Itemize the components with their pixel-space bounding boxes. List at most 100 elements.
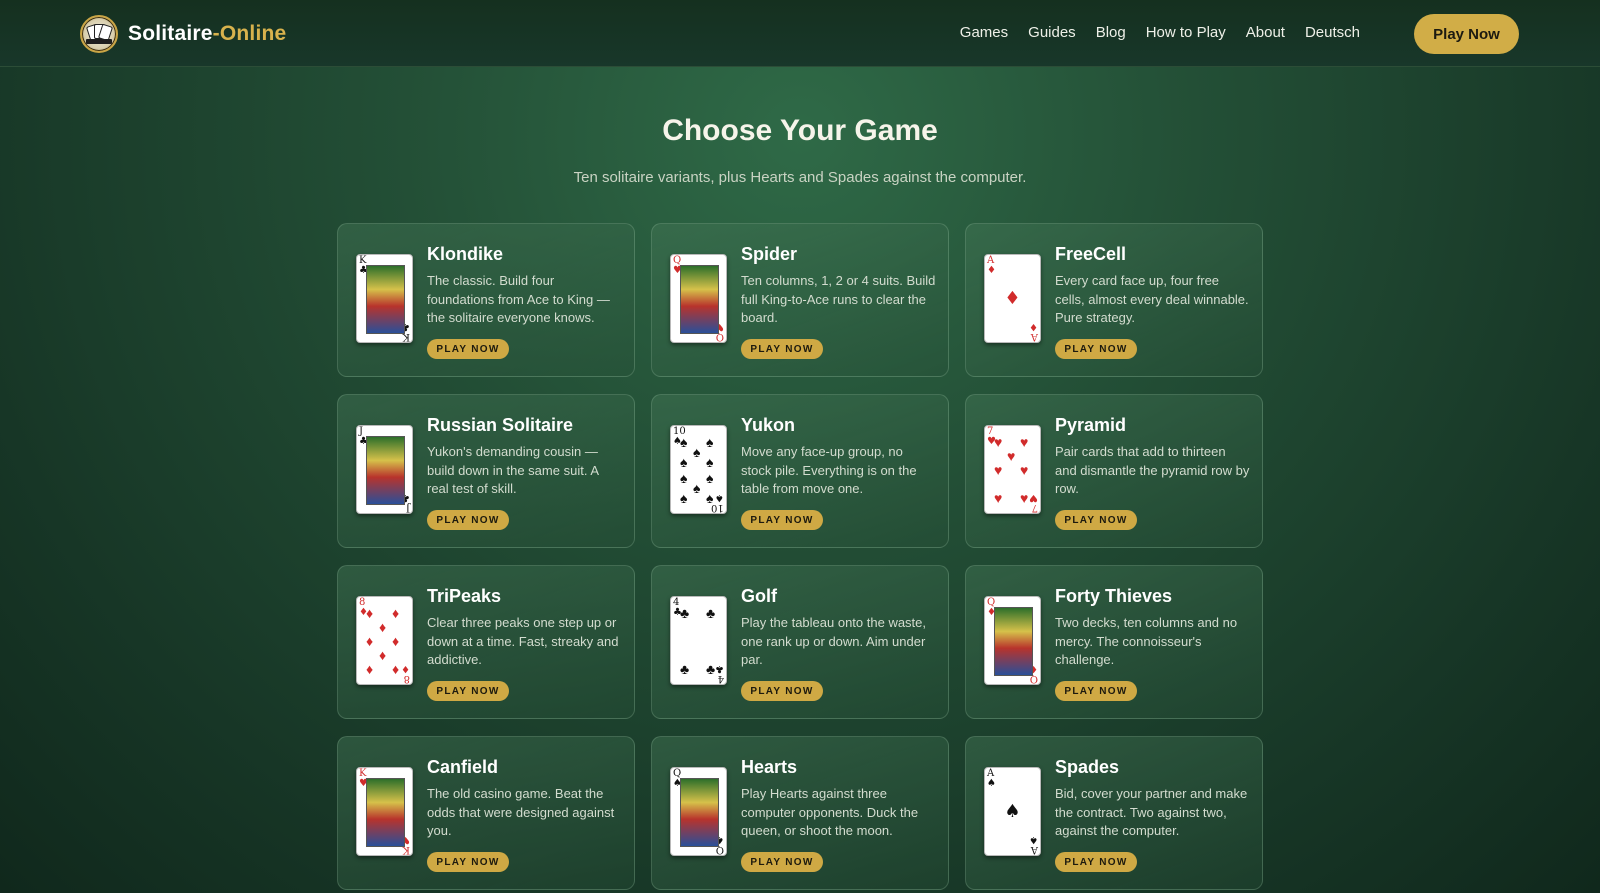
suit-pip-icon: ♦ [366,661,374,677]
court-figure-icon [366,778,405,847]
card-rank-bottom: 8 ♦ [401,663,410,684]
playing-card-icon: 10 ♠ 10 ♠ ♠ ♠ ♠ ♠ ♠ ♠ ♠ ♠ ♠ ♠ [670,425,727,514]
game-description: Clear three peaks one step up or down at… [427,615,619,667]
game-title[interactable]: Yukon [741,415,795,436]
suit-pip-icon: ♣ [706,605,716,621]
game-title[interactable]: Spider [741,244,797,265]
site-header: Solitaire-Online Games Guides Blog How t… [0,0,1600,67]
game-card-hearts[interactable]: Q ♠ Q ♠ Hearts Play Hearts against three comp… [651,736,949,890]
playing-card-icon: Q ♥ Q ♥ [670,254,727,343]
play-now-button[interactable]: PLAY NOW [1055,852,1137,872]
site-logo[interactable]: Solitaire-Online [80,14,286,54]
game-card-forty-thieves[interactable]: Q ♦ Q ♦ Forty Thieves Two decks, ten columns … [965,565,1263,719]
game-title[interactable]: Forty Thieves [1055,586,1172,607]
playing-card-icon: A ♦ A ♦ ♦ [984,254,1041,343]
suit-pip-icon: ♠ [706,434,714,450]
game-card-canfield[interactable]: K ♥ K ♥ Canfield The old casino game. Beat th… [337,736,635,890]
game-title[interactable]: Klondike [427,244,503,265]
play-now-button[interactable]: PLAY NOW [1055,339,1137,359]
card-rank-bottom: 7 ♥ [1029,492,1038,513]
game-description: Bid, cover your partner and make the con… [1055,786,1248,838]
suit-pip-icon: ♦ [392,661,400,677]
nav-games[interactable]: Games [960,24,1008,41]
logo-main: Solitaire [128,22,213,45]
playing-card-icon: J ♣ J ♣ [356,425,413,514]
nav-about[interactable]: About [1246,24,1285,41]
game-card-klondike[interactable]: K ♣ K ♣ Klondike The classic. Build four foun… [337,223,635,377]
game-title[interactable]: Canfield [427,757,498,778]
game-card-freecell[interactable]: A ♦ A ♦ ♦ FreeCell Every card face up, four fr… [965,223,1263,377]
suit-pip-icon: ♦ [379,647,387,663]
cards-logo-icon [80,15,118,53]
game-description: Pair cards that add to thirteen and dism… [1055,444,1250,496]
logo-accent: -Online [212,22,287,45]
play-now-button[interactable]: PLAY NOW [427,339,509,359]
play-now-button[interactable]: PLAY NOW [741,681,823,701]
suit-pip-icon: ♥ [1020,490,1029,506]
game-description: The classic. Build four foundations from… [427,273,610,325]
game-title[interactable]: Hearts [741,757,797,778]
game-title[interactable]: Russian Solitaire [427,415,573,436]
nav-how-to-play[interactable]: How to Play [1146,24,1226,41]
suit-pip-icon: ♠ [693,480,701,497]
suit-pip-icon: ♠ [706,453,714,470]
nav-deutsch[interactable]: Deutsch [1305,24,1360,41]
game-description: Yukon's demanding cousin — build down in… [427,444,599,496]
court-figure-icon [366,436,405,505]
playing-card-icon: K ♥ K ♥ [356,767,413,856]
suit-pip-icon: ♣ [680,661,690,677]
game-title[interactable]: FreeCell [1055,244,1126,265]
game-title[interactable]: Pyramid [1055,415,1126,436]
court-figure-icon [366,265,405,334]
suit-pip-icon: ♣ [680,605,690,621]
game-card-yukon[interactable]: 10 ♠ 10 ♠ ♠ ♠ ♠ ♠ ♠ ♠ ♠ ♠ ♠ ♠ Yukon Move any face-up gr… [651,394,949,548]
playing-card-icon: 8 ♦ 8 ♦ ♦ ♦ ♦ ♦ ♦ ♦ ♦ ♦ [356,596,413,685]
suit-pip-icon: ♦ [366,633,374,649]
play-now-button[interactable]: PLAY NOW [1055,681,1137,701]
game-description: Every card face up, four free cells, alm… [1055,273,1249,325]
nav-guides[interactable]: Guides [1028,24,1076,41]
page-title: Choose Your Game [662,114,938,147]
card-rank-bottom: 4 ♣ [715,663,724,684]
playing-card-icon: Q ♦ Q ♦ [984,596,1041,685]
court-figure-icon [680,778,719,847]
play-now-button[interactable]: PLAY NOW [427,510,509,530]
suit-pip-icon: ♠ [680,470,688,487]
suit-pip-icon: ♥ [1020,434,1029,450]
game-grid: K ♣ K ♣ Klondike The classic. Build four foun… [337,223,1263,890]
suit-pip-icon: ♥ [994,490,1003,506]
game-card-golf[interactable]: 4 ♣ 4 ♣ ♣ ♣ ♣ ♣ Golf Play the tableau onto the wa… [651,565,949,719]
play-now-button[interactable]: PLAY NOW [741,852,823,872]
playing-card-icon: A ♠ A ♠ ♠ [984,767,1041,856]
page-subtitle: Ten solitaire variants, plus Hearts and … [573,169,1027,186]
logo-wordmark: Solitaire-Online [128,22,286,46]
play-now-button[interactable]: PLAY NOW [741,510,823,530]
game-card-tripeaks[interactable]: 8 ♦ 8 ♦ ♦ ♦ ♦ ♦ ♦ ♦ ♦ ♦ TriPeaks Clear three peaks on… [337,565,635,719]
suit-pip-icon: ♠ [706,490,714,506]
game-card-pyramid[interactable]: 7 ♥ 7 ♥ ♥ ♥ ♥ ♥ ♥ ♥ ♥ Pyramid Pair cards that add to… [965,394,1263,548]
game-description: Move any face-up group, no stock pile. E… [741,444,917,496]
suit-spade-icon: ♠ [1004,801,1021,822]
suit-pip-icon: ♥ [994,434,1003,450]
court-figure-icon [680,265,719,334]
game-title[interactable]: TriPeaks [427,586,501,607]
suit-pip-icon: ♠ [680,490,688,506]
game-description: Play the tableau onto the waste, one ran… [741,615,927,667]
game-card-spider[interactable]: Q ♥ Q ♥ Spider Ten columns, 1, 2 or 4 suits. … [651,223,949,377]
suit-pip-icon: ♦ [366,605,374,621]
suit-pip-icon: ♠ [706,470,714,487]
header-play-now-button[interactable]: Play Now [1414,14,1519,54]
playing-card-icon: Q ♠ Q ♠ [670,767,727,856]
game-card-spades[interactable]: A ♠ A ♠ ♠ Spades Bid, cover your partner and m… [965,736,1263,890]
play-now-button[interactable]: PLAY NOW [1055,510,1137,530]
play-now-button[interactable]: PLAY NOW [427,852,509,872]
suit-pip-icon: ♦ [392,605,400,621]
game-title[interactable]: Golf [741,586,777,607]
suit-pip-icon: ♥ [994,462,1003,478]
play-now-button[interactable]: PLAY NOW [427,681,509,701]
game-title[interactable]: Spades [1055,757,1119,778]
game-card-russian-solitaire[interactable]: J ♣ J ♣ Russian Solitaire Yukon's demanding c… [337,394,635,548]
play-now-button[interactable]: PLAY NOW [741,339,823,359]
suit-pip-icon: ♦ [379,619,387,635]
nav-blog[interactable]: Blog [1096,24,1126,41]
